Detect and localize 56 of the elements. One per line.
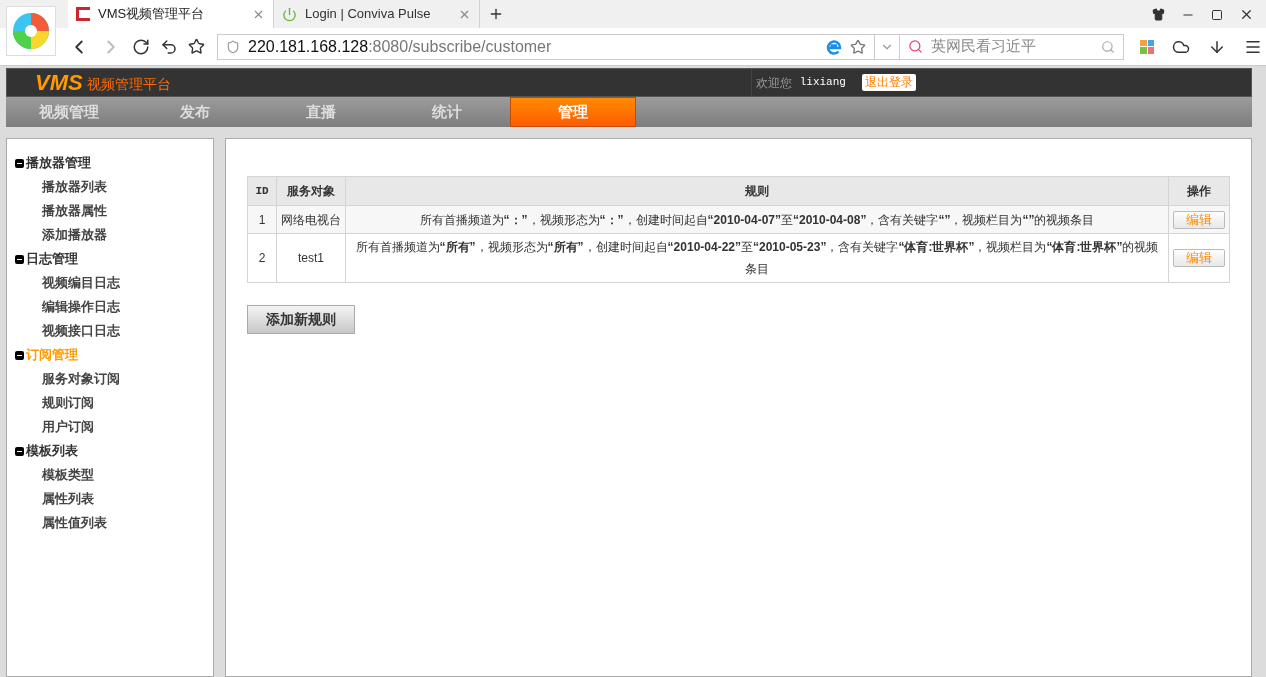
sidebar-item[interactable]: 播放器属性: [42, 201, 107, 221]
sidebar-item[interactable]: 视频编目日志: [42, 273, 120, 293]
table-cell: 1: [247, 205, 277, 234]
add-rule-button[interactable]: 添加新规则: [247, 305, 355, 334]
undo-icon[interactable]: [160, 37, 178, 56]
sidebar-group[interactable]: 日志管理: [26, 249, 78, 269]
username: lixiang: [799, 75, 846, 91]
search-input[interactable]: 英网民看习近平: [931, 35, 1093, 58]
logo-subtitle: 视频管理平台: [86, 75, 171, 94]
sidebar-group[interactable]: 播放器管理: [26, 153, 91, 173]
sidebar-item[interactable]: 规则订阅: [42, 393, 94, 413]
tab-title: VMS视频管理平台: [98, 5, 206, 24]
address-field[interactable]: 220.181.168.128:8080/subscribe/customer: [217, 33, 875, 60]
table-cell: 网络电视台: [276, 205, 346, 234]
power-icon: [282, 6, 297, 22]
bookmark-star-icon[interactable]: [188, 38, 205, 55]
sidebar-item[interactable]: 属性列表: [42, 489, 94, 509]
reload-icon[interactable]: [132, 37, 150, 56]
tab-logo-icon: [76, 7, 90, 21]
table-cell: test1: [276, 233, 346, 283]
sidebar-item[interactable]: 服务对象订阅: [42, 369, 120, 389]
sidebar-item[interactable]: 编辑操作日志: [42, 297, 120, 317]
collapse-icon[interactable]: [15, 446, 24, 456]
column-header: 操作: [1168, 176, 1230, 206]
sidebar-item[interactable]: 模板类型: [42, 465, 94, 485]
column-header: ID: [247, 176, 277, 206]
column-header: 服务对象: [276, 176, 346, 206]
maximize-icon[interactable]: [1211, 8, 1223, 21]
table-cell: 所有首播频道为“：”，视频形态为“：”，创建时间起自“2010-04-07”至“2010-04-08”，含有关键字“”，视频栏目为“”的视频条目: [345, 205, 1169, 234]
sidebar-item[interactable]: 视频接口日志: [42, 321, 120, 341]
browser-logo-icon[interactable]: [6, 6, 56, 56]
search-engine-icon: [908, 39, 923, 54]
collapse-icon[interactable]: [15, 254, 24, 264]
sidebar-item[interactable]: 播放器列表: [42, 177, 107, 197]
star-icon[interactable]: [850, 38, 866, 55]
table-cell: 所有首播频道为“所有”，视频形态为“所有”，创建时间起自“2010-04-22”至“2010-05-23”，含有关键字“体育:世界杯”，视频栏目为“体育:世界杯”的视频条目: [345, 233, 1169, 283]
browser-tab[interactable]: VMS视频管理平台: [68, 0, 274, 28]
tab-title: Login | Conviva Pulse: [305, 5, 432, 24]
table-cell: 2: [247, 233, 277, 283]
new-tab-icon[interactable]: [488, 6, 504, 22]
sidebar-group[interactable]: 模板列表: [26, 441, 78, 461]
collapse-icon[interactable]: [15, 158, 24, 168]
collapse-icon[interactable]: [15, 350, 24, 360]
browser-engine-icon[interactable]: [826, 38, 842, 55]
close-icon[interactable]: [1239, 7, 1254, 22]
address-text: 220.181.168.128:8080/subscribe/customer: [248, 36, 553, 57]
sidebar-item[interactable]: 用户订阅: [42, 417, 94, 437]
shirt-icon[interactable]: [1152, 8, 1165, 21]
column-header: 规则: [345, 176, 1169, 206]
search-field[interactable]: 英网民看习近平: [899, 33, 1124, 60]
shield-icon: [226, 39, 240, 54]
sidebar-item[interactable]: 属性值列表: [42, 513, 107, 533]
sidebar-item[interactable]: 添加播放器: [42, 225, 107, 245]
logo-text: VMS: [35, 69, 83, 97]
apps-icon[interactable]: [1140, 39, 1154, 54]
welcome-text: 欢迎您: [755, 74, 792, 92]
